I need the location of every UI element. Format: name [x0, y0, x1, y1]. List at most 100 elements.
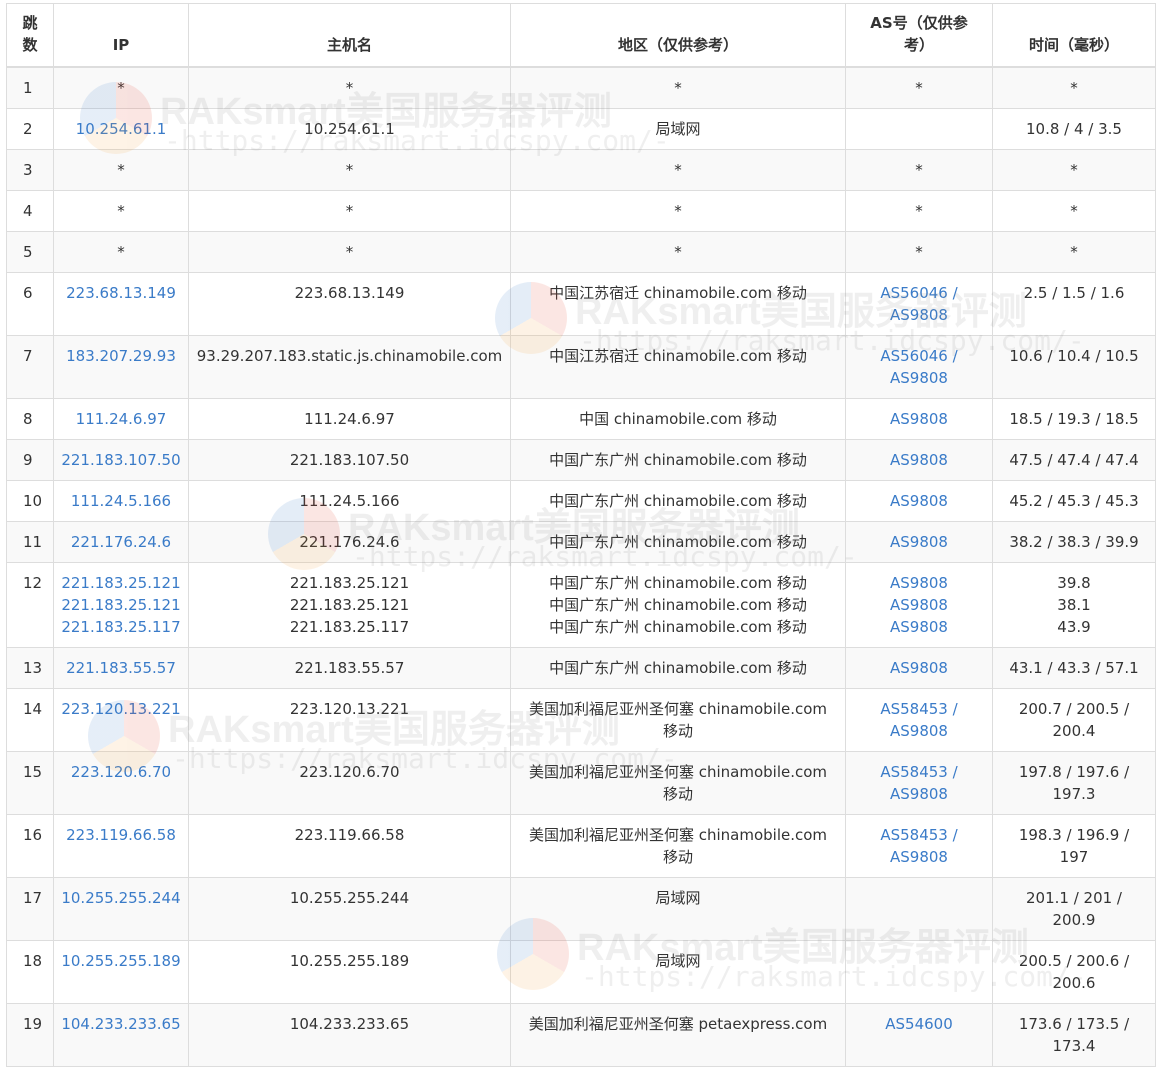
- table-row: 14 223.120.13.221 223.120.13.221 美国加利福尼亚州圣何…: [6, 688, 1156, 752]
- ip-address-line[interactable]: 10.255.255.189: [56, 950, 186, 972]
- asn-line[interactable]: AS9808: [848, 657, 990, 679]
- latency-ms: 38.2 / 38.3 / 39.9: [992, 521, 1156, 563]
- ip-address[interactable]: 183.207.29.93: [53, 335, 189, 399]
- ip-address[interactable]: 221.176.24.6: [53, 521, 189, 563]
- ip-address[interactable]: 223.120.13.221: [53, 688, 189, 752]
- ip-address[interactable]: 10.255.255.244: [53, 877, 189, 941]
- ip-address[interactable]: 104.233.233.65: [53, 1003, 189, 1067]
- asn-line: *: [915, 202, 923, 220]
- ip-address-line[interactable]: 183.207.29.93: [56, 345, 186, 367]
- ip-address[interactable]: 223.68.13.149: [53, 272, 189, 336]
- asn-line[interactable]: AS9808: [848, 783, 990, 805]
- ip-address-line[interactable]: 221.183.107.50: [56, 449, 186, 471]
- hostname: 111.24.5.166: [188, 480, 511, 522]
- ip-address[interactable]: 111.24.5.166: [53, 480, 189, 522]
- asn-line[interactable]: AS56046 /: [848, 345, 990, 367]
- region-line: 中国广东广州 chinamobile.com 移动: [549, 659, 807, 677]
- ip-address-line: *: [117, 243, 125, 261]
- asn-line[interactable]: AS9808: [848, 594, 990, 616]
- region-line: 移动: [662, 722, 693, 740]
- ip-address-line[interactable]: 223.120.6.70: [56, 761, 186, 783]
- asn-line[interactable]: AS58453 /: [848, 761, 990, 783]
- ip-address[interactable]: 10.255.255.189: [53, 940, 189, 1004]
- region: 中国广东广州 chinamobile.com 移动: [510, 647, 846, 689]
- latency-ms-line: 197.8 / 197.6 /: [1018, 763, 1130, 781]
- asn[interactable]: AS9808: [845, 480, 993, 522]
- asn-line[interactable]: AS9808: [848, 531, 990, 553]
- region: 中国江苏宿迁 chinamobile.com 移动: [510, 272, 846, 336]
- latency-ms-line: *: [1070, 202, 1078, 220]
- region: 局域网: [510, 877, 846, 941]
- ip-address[interactable]: 221.183.107.50: [53, 439, 189, 481]
- ip-address-line[interactable]: 221.183.55.57: [56, 657, 186, 679]
- ip-address-line[interactable]: 221.183.25.121: [56, 594, 186, 616]
- hop-number: 7: [6, 335, 54, 399]
- traceroute-table-container: 跳数 IP 主机名 地区（仅供参考） AS号（仅供参考） 时间（毫秒） 1 * * *…: [6, 3, 1156, 1067]
- ip-address-line[interactable]: 223.68.13.149: [56, 282, 186, 304]
- ip-address-line[interactable]: 223.120.13.221: [56, 698, 186, 720]
- ip-address-line[interactable]: 111.24.5.166: [56, 490, 186, 512]
- asn-line[interactable]: AS9808: [848, 449, 990, 471]
- latency-ms-line: 18.5 / 19.3 / 18.5: [1009, 410, 1139, 428]
- asn-line[interactable]: AS9808: [848, 616, 990, 638]
- ip-address-line: *: [117, 161, 125, 179]
- table-row: 3 * * * * *: [6, 149, 1156, 191]
- latency-ms-line: 200.7 / 200.5 /: [1018, 700, 1130, 718]
- asn[interactable]: AS9808: [845, 521, 993, 563]
- region-line: 中国广东广州 chinamobile.com 移动: [549, 451, 807, 469]
- asn-line[interactable]: AS9808: [848, 304, 990, 326]
- ip-address-line[interactable]: 111.24.6.97: [56, 408, 186, 430]
- table-row: 12 221.183.25.121 221.183.25.121 221.183.25…: [6, 562, 1156, 648]
- ip-address[interactable]: 111.24.6.97: [53, 398, 189, 440]
- asn-line[interactable]: AS9808: [848, 408, 990, 430]
- asn-line[interactable]: AS58453 /: [848, 698, 990, 720]
- ip-address[interactable]: 10.254.61.1: [53, 108, 189, 150]
- ip-address[interactable]: 223.119.66.58: [53, 814, 189, 878]
- ip-address[interactable]: 223.120.6.70: [53, 751, 189, 815]
- asn[interactable]: AS56046 /AS9808: [845, 335, 993, 399]
- region-line: 中国广东广州 chinamobile.com 移动: [549, 492, 807, 510]
- ip-address-line[interactable]: 10.254.61.1: [56, 118, 186, 140]
- ip-address-line[interactable]: 223.119.66.58: [56, 824, 186, 846]
- asn[interactable]: AS9808: [845, 439, 993, 481]
- hop-number: 1: [6, 66, 54, 109]
- ip-address-line[interactable]: 221.176.24.6: [56, 531, 186, 553]
- asn-line[interactable]: AS56046 /: [848, 282, 990, 304]
- hostname-line: 10.255.255.189: [289, 952, 410, 970]
- asn-line[interactable]: AS9808: [848, 572, 990, 594]
- latency-ms: *: [992, 231, 1156, 273]
- region-line: *: [674, 79, 682, 97]
- asn-line[interactable]: AS9808: [848, 846, 990, 868]
- hostname-line: 221.176.24.6: [299, 533, 400, 551]
- asn-line[interactable]: AS9808: [848, 490, 990, 512]
- asn[interactable]: AS58453 /AS9808: [845, 814, 993, 878]
- ip-address[interactable]: 221.183.25.121 221.183.25.121 221.183.25.1…: [53, 562, 189, 648]
- asn-line[interactable]: AS58453 /: [848, 824, 990, 846]
- asn[interactable]: AS58453 /AS9808: [845, 688, 993, 752]
- hostname-line: *: [345, 79, 354, 97]
- asn[interactable]: AS9808: [845, 398, 993, 440]
- asn[interactable]: AS56046 /AS9808: [845, 272, 993, 336]
- region: 中国广东广州 chinamobile.com 移动 中国广东广州 chinamob…: [510, 562, 846, 648]
- table-body: 1 * * * * * 2 10.254.61.1 10.254.61.1 局域网 10.8 / …: [6, 66, 1156, 1067]
- asn[interactable]: AS9808: [845, 647, 993, 689]
- asn[interactable]: AS9808 AS9808 AS9808: [845, 562, 993, 648]
- ip-address-line[interactable]: 221.183.25.117: [56, 616, 186, 638]
- hop-number: 13: [6, 647, 54, 689]
- region: 美国加利福尼亚州圣何塞 chinamobile.com 移动: [510, 688, 846, 752]
- table-row: 11 221.176.24.6 221.176.24.6 中国广东广州 chinamo…: [6, 521, 1156, 563]
- asn-line[interactable]: AS9808: [848, 720, 990, 742]
- asn-line[interactable]: AS54600: [848, 1013, 990, 1035]
- asn-line[interactable]: AS9808: [848, 367, 990, 389]
- hostname: *: [188, 231, 511, 273]
- ip-address[interactable]: 221.183.55.57: [53, 647, 189, 689]
- asn[interactable]: AS54600: [845, 1003, 993, 1067]
- traceroute-table: 跳数 IP 主机名 地区（仅供参考） AS号（仅供参考） 时间（毫秒） 1 * * *…: [6, 3, 1156, 1067]
- latency-ms: 10.8 / 4 / 3.5: [992, 108, 1156, 150]
- ip-address-line[interactable]: 221.183.25.121: [56, 572, 186, 594]
- latency-ms-line: 197.3: [1052, 785, 1096, 803]
- ip-address-line[interactable]: 104.233.233.65: [56, 1013, 186, 1035]
- ip-address-line[interactable]: 10.255.255.244: [56, 887, 186, 909]
- hostname-line: 223.120.13.221: [289, 700, 410, 718]
- asn[interactable]: AS58453 /AS9808: [845, 751, 993, 815]
